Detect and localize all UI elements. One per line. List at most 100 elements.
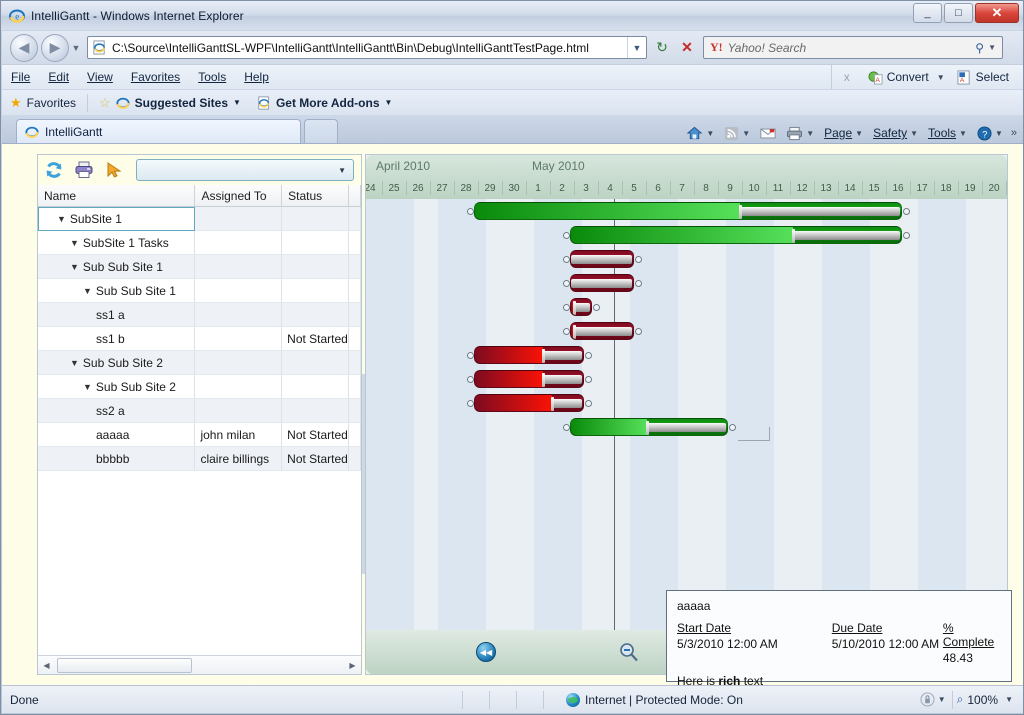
table-row[interactable]: ss1 b Not Started( [38, 327, 361, 351]
cell-name[interactable]: ss1 b [38, 327, 196, 351]
cell-status[interactable] [282, 351, 350, 375]
print-button[interactable] [72, 158, 96, 182]
gantt-bar[interactable] [570, 418, 728, 436]
cell-status[interactable] [282, 207, 350, 231]
cell-name[interactable]: ss2 a [38, 399, 196, 423]
chevron-down-icon[interactable]: ▼ [995, 129, 1003, 138]
gantt-bar-end-handle[interactable] [635, 280, 642, 287]
gantt-bar[interactable] [474, 394, 584, 412]
refresh-button[interactable]: ↻ [650, 36, 674, 59]
address-dropdown-button[interactable]: ▼ [627, 37, 646, 58]
menu-edit[interactable]: Edit [39, 67, 78, 87]
select-pointer-button[interactable] [102, 158, 126, 182]
expander-icon[interactable]: ▼ [70, 238, 79, 248]
gantt-bar-end-handle[interactable] [585, 376, 592, 383]
scroll-left-button[interactable]: ◀ [38, 657, 55, 674]
tab-intelligantt[interactable]: IntelliGantt [16, 119, 301, 143]
convert-button[interactable]: A Convert ▼ [862, 70, 951, 85]
cell-extra[interactable] [349, 351, 361, 375]
cell-assigned-to[interactable] [195, 303, 283, 327]
zoom-control[interactable]: ⌕ 100% ▼ [953, 692, 1023, 707]
table-row[interactable]: ▼ Sub Sub Site 2 [38, 351, 361, 375]
expander-icon[interactable]: ▼ [70, 358, 79, 368]
print-button[interactable]: ▼ [782, 126, 818, 141]
suggested-sites-button[interactable]: ☆ Suggested Sites ▼ [91, 95, 249, 111]
gantt-bar-start-handle[interactable] [563, 328, 570, 335]
cell-name[interactable]: bbbbb [38, 447, 196, 471]
menu-file[interactable]: File [2, 67, 39, 87]
gantt-bar-end-handle[interactable] [593, 304, 600, 311]
cell-assigned-to[interactable]: claire billings [195, 447, 283, 471]
cell-extra[interactable] [349, 399, 361, 423]
cell-assigned-to[interactable] [195, 255, 283, 279]
page-menu-button[interactable]: Page ▼ [820, 126, 867, 140]
gantt-bar[interactable] [474, 370, 584, 388]
gantt-bar-start-handle[interactable] [467, 352, 474, 359]
chevron-down-icon[interactable]: ▼ [938, 695, 946, 704]
gantt-bar[interactable] [570, 298, 592, 316]
gantt-bar-start-handle[interactable] [563, 256, 570, 263]
cell-name[interactable]: ▼ Sub Sub Site 2 [38, 375, 196, 399]
cell-status[interactable] [282, 279, 350, 303]
cell-name[interactable]: ▼ Sub Sub Site 1 [38, 279, 196, 303]
select-button[interactable]: A Select [951, 69, 1015, 85]
cell-assigned-to[interactable] [195, 207, 283, 231]
cell-assigned-to[interactable] [195, 399, 283, 423]
cell-extra[interactable] [349, 231, 361, 255]
gantt-bar-end-handle[interactable] [635, 328, 642, 335]
gantt-bar[interactable] [474, 346, 584, 364]
chevron-down-icon[interactable]: ▼ [806, 129, 814, 138]
gantt-bar-start-handle[interactable] [467, 400, 474, 407]
gantt-bar[interactable] [570, 274, 634, 292]
chevron-down-icon[interactable]: ▼ [706, 129, 714, 138]
back-button[interactable]: ◀ [10, 33, 38, 62]
table-row[interactable]: ▼ SubSite 1 [38, 207, 361, 231]
cell-extra[interactable] [349, 255, 361, 279]
cell-status[interactable] [282, 303, 350, 327]
forward-button[interactable]: ▶ [41, 33, 69, 62]
feeds-button[interactable]: ▼ [720, 126, 754, 141]
chevron-down-icon[interactable]: ▼ [988, 43, 996, 52]
chevron-down-icon[interactable]: ▼ [742, 129, 750, 138]
table-row[interactable]: aaaaa john milan Not Started [38, 423, 361, 447]
get-more-addons-button[interactable]: Get More Add-ons ▼ [249, 96, 400, 110]
gantt-bar[interactable] [570, 226, 902, 244]
address-bar[interactable]: C:\Source\IntelliGanttSL-WPF\IntelliGant… [87, 36, 647, 59]
gantt-bar-end-handle[interactable] [903, 232, 910, 239]
grid-horizontal-scrollbar[interactable]: ◀ ▶ [38, 655, 361, 674]
chevron-down-icon[interactable]: ▼ [1005, 695, 1013, 704]
maximize-button[interactable]: □ [944, 3, 973, 23]
mail-button[interactable] [756, 127, 780, 140]
menu-tools[interactable]: Tools [189, 67, 235, 87]
gantt-bar-start-handle[interactable] [467, 376, 474, 383]
cell-assigned-to[interactable]: john milan [195, 423, 283, 447]
stop-button[interactable]: ✕ [675, 36, 699, 59]
gantt-bar-start-handle[interactable] [563, 304, 570, 311]
column-header-name[interactable]: Name [38, 185, 196, 206]
new-tab-button[interactable] [304, 119, 338, 143]
cell-status[interactable] [282, 399, 350, 423]
menu-favorites[interactable]: Favorites [122, 67, 189, 87]
gantt-bar-end-handle[interactable] [635, 256, 642, 263]
scroll-right-button[interactable]: ▶ [344, 657, 361, 674]
cell-extra[interactable] [349, 327, 361, 351]
cell-assigned-to[interactable] [195, 375, 283, 399]
table-row[interactable]: ss1 a [38, 303, 361, 327]
cell-extra[interactable] [349, 375, 361, 399]
cell-name[interactable]: ▼ SubSite 1 [38, 207, 196, 231]
cell-name[interactable]: ss1 a [38, 303, 196, 327]
cell-name[interactable]: ▼ SubSite 1 Tasks [38, 231, 196, 255]
scrollbar-thumb[interactable] [57, 657, 192, 673]
cell-extra[interactable] [349, 279, 361, 303]
cell-name[interactable]: ▼ Sub Sub Site 1 [38, 255, 196, 279]
chevron-down-icon[interactable]: ▼ [233, 98, 241, 107]
cell-status[interactable] [282, 375, 350, 399]
gantt-bar-end-handle[interactable] [585, 400, 592, 407]
table-row[interactable]: ▼ SubSite 1 Tasks [38, 231, 361, 255]
gantt-bar-start-handle[interactable] [563, 280, 570, 287]
close-button[interactable]: ✕ [975, 3, 1019, 23]
menu-help[interactable]: Help [235, 67, 278, 87]
expander-icon[interactable]: ▼ [83, 286, 92, 296]
gantt-bar[interactable] [474, 202, 902, 220]
cell-name[interactable]: aaaaa [38, 423, 196, 447]
